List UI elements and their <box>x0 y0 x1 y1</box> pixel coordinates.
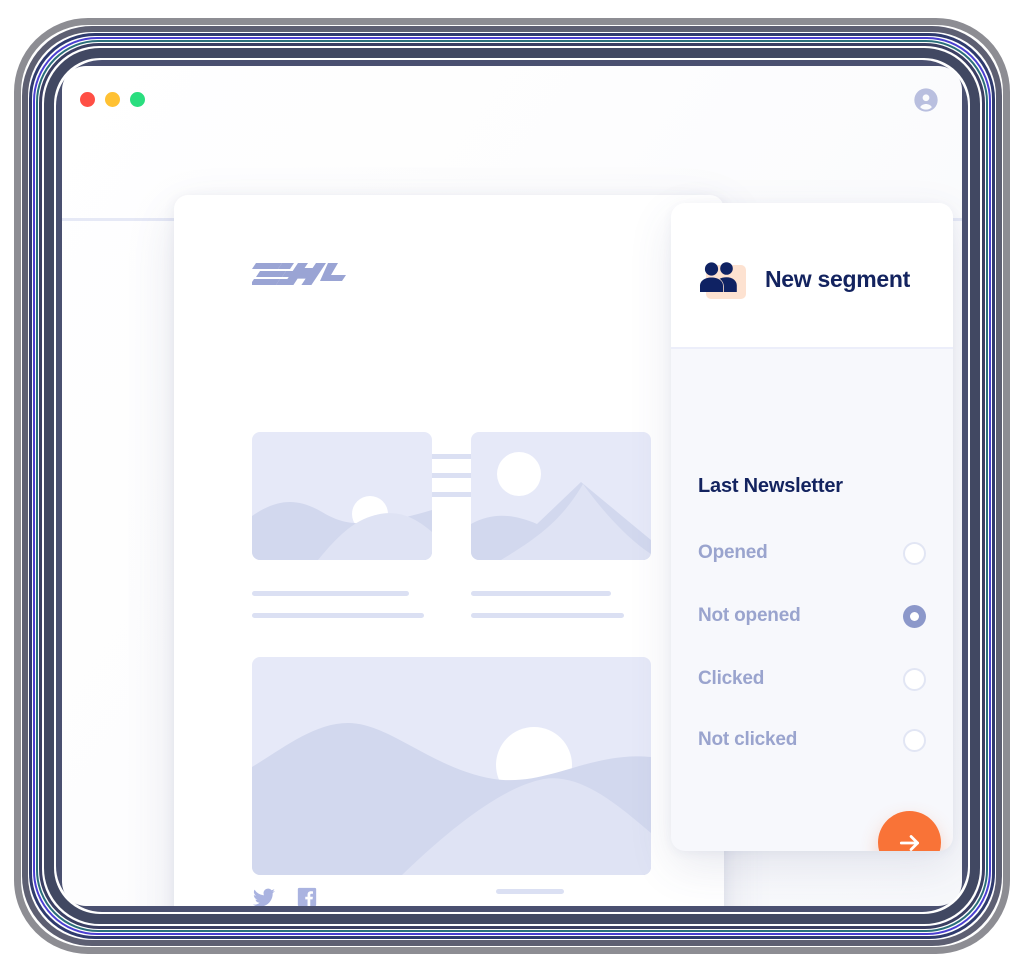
twitter-icon[interactable] <box>252 886 276 906</box>
caption-line <box>252 613 424 618</box>
user-avatar-icon[interactable] <box>912 86 940 114</box>
new-segment-panel: New segment Last Newsletter Opened Not o… <box>671 203 953 851</box>
radio-label: Not clicked <box>698 729 798 750</box>
radio-option-clicked[interactable]: Clicked <box>698 663 926 695</box>
caption-line <box>471 613 624 618</box>
radio-button[interactable] <box>903 728 926 752</box>
people-group-icon-wrapper <box>698 259 746 299</box>
dhl-logo <box>252 263 346 285</box>
landscape-placeholder-1 <box>252 432 432 560</box>
radio-option-not-opened[interactable]: Not opened <box>698 600 926 632</box>
footer-line <box>496 889 564 894</box>
window-titlebar <box>62 66 962 128</box>
radio-button[interactable] <box>903 667 926 691</box>
radio-button-selected[interactable] <box>903 604 926 628</box>
section-heading: Last Newsletter <box>698 475 843 497</box>
arrow-right-icon <box>899 834 919 851</box>
minimize-window-button[interactable] <box>105 92 120 107</box>
facebook-icon[interactable] <box>296 886 318 906</box>
caption-line <box>471 591 611 596</box>
radio-button[interactable] <box>903 541 926 565</box>
radio-label: Not opened <box>698 605 801 626</box>
email-preview-card <box>174 195 724 906</box>
radio-option-opened[interactable]: Opened <box>698 537 926 569</box>
screenshot-stage: New segment Last Newsletter Opened Not o… <box>0 0 1024 974</box>
radio-label: Opened <box>698 542 768 563</box>
landscape-placeholder-wide <box>252 657 651 875</box>
radio-option-not-clicked[interactable]: Not clicked <box>698 724 926 756</box>
segment-panel-header: New segment <box>671 203 953 349</box>
segment-title-row: New segment <box>698 259 917 299</box>
people-group-icon <box>700 262 737 292</box>
caption-line <box>252 591 409 596</box>
maximize-window-button[interactable] <box>130 92 145 107</box>
radio-label: Clicked <box>698 668 765 689</box>
browser-window: New segment Last Newsletter Opened Not o… <box>62 66 962 906</box>
landscape-placeholder-2 <box>471 432 651 560</box>
segment-panel-title: New segment <box>758 264 917 295</box>
close-window-button[interactable] <box>80 92 95 107</box>
next-step-button[interactable] <box>878 811 941 851</box>
